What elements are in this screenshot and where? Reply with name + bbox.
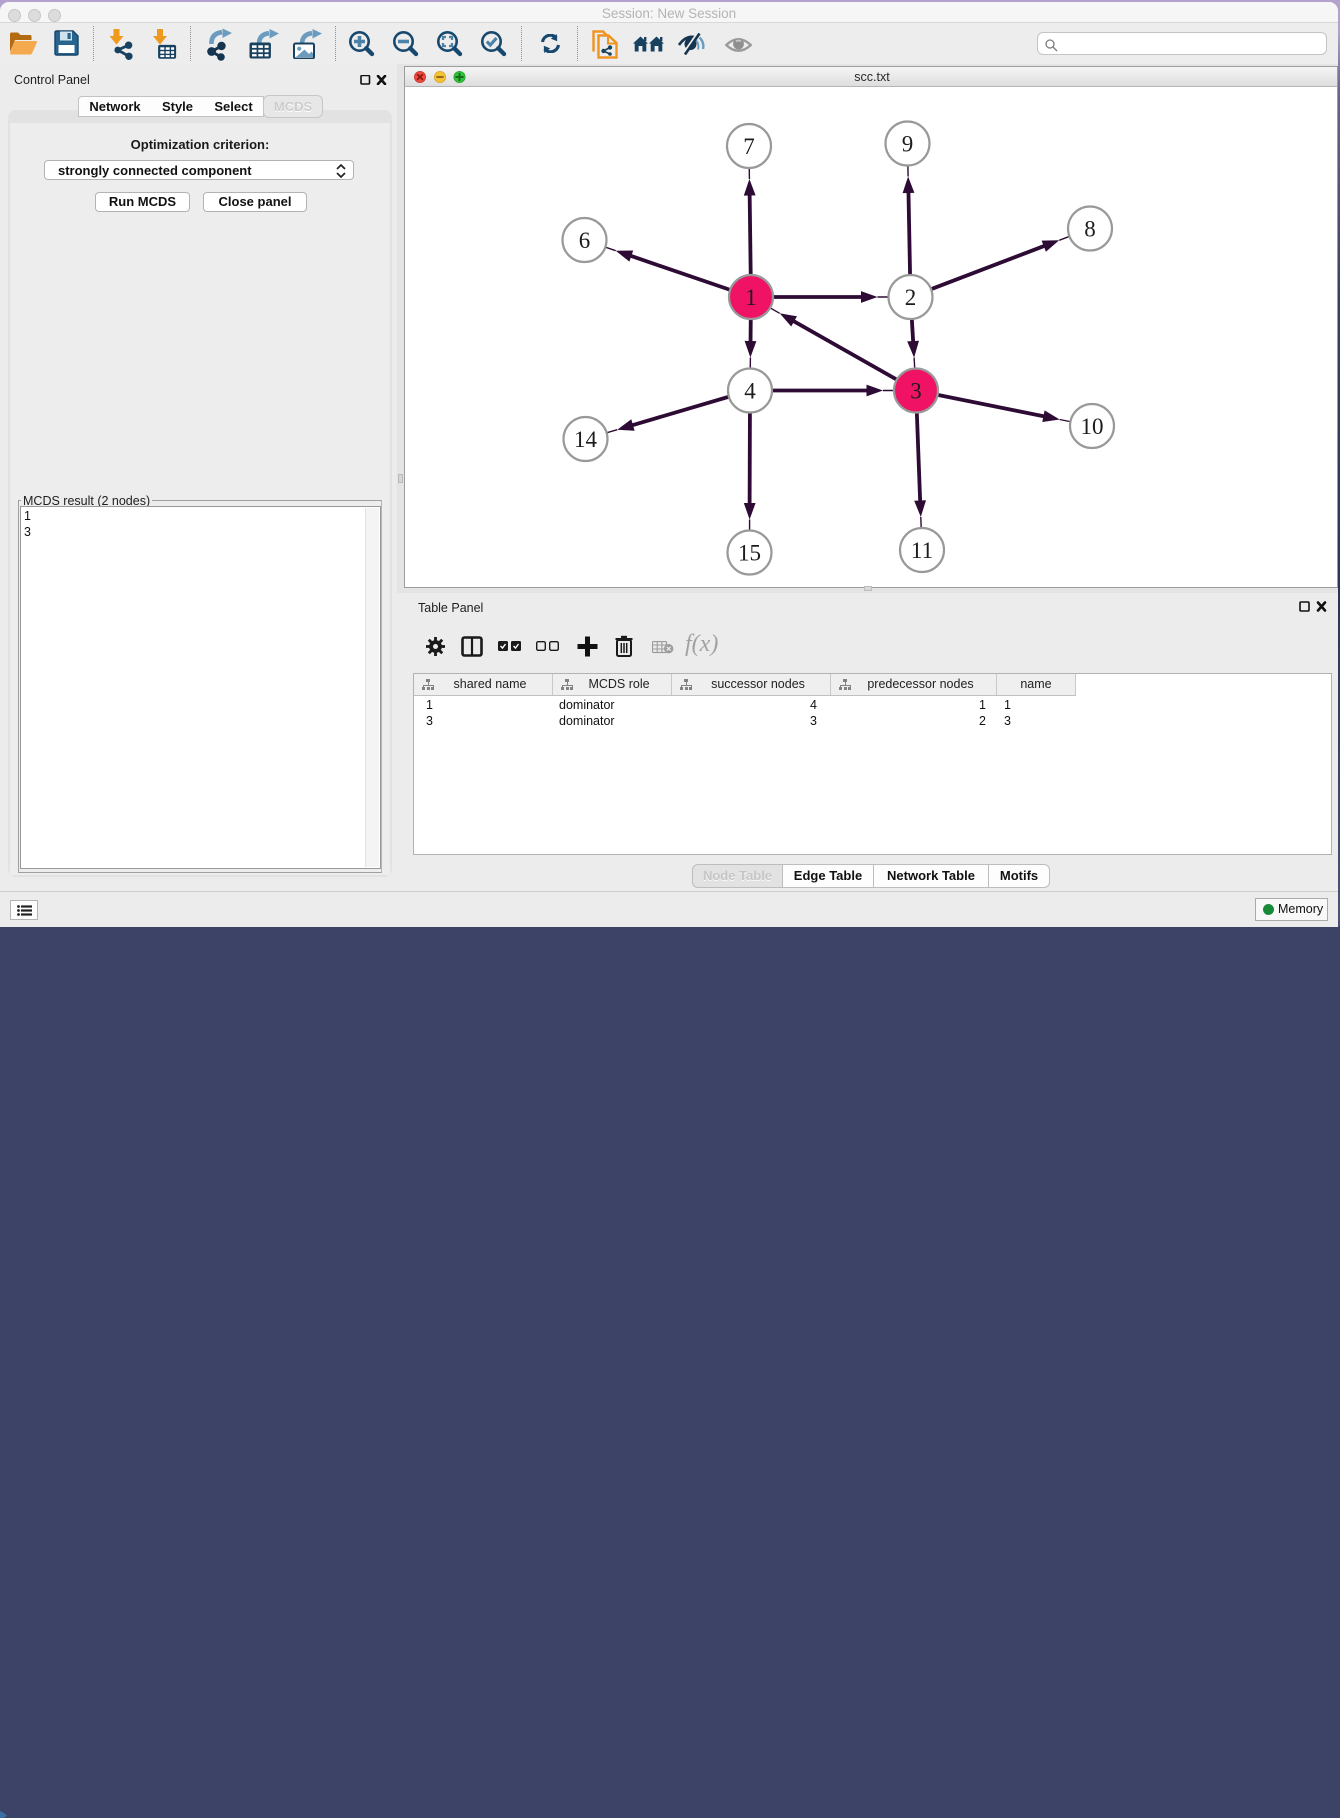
svg-text:2: 2 [905,285,917,310]
svg-text:7: 7 [743,134,755,159]
svg-text:14: 14 [574,427,598,452]
svg-text:4: 4 [744,379,756,404]
svg-text:1: 1 [745,285,757,310]
svg-text:11: 11 [911,538,933,563]
svg-text:10: 10 [1081,414,1104,439]
svg-text:6: 6 [579,228,591,253]
svg-text:8: 8 [1084,217,1096,242]
svg-text:9: 9 [902,132,914,157]
svg-text:3: 3 [910,379,922,404]
svg-text:15: 15 [738,541,761,566]
